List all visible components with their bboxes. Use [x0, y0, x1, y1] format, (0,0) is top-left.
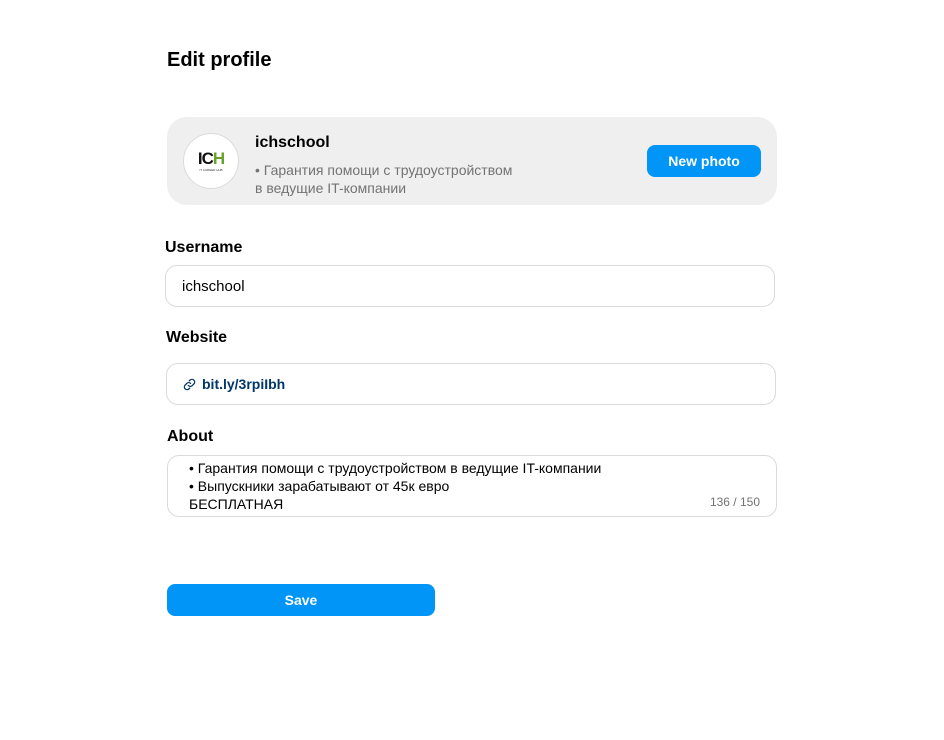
new-photo-button[interactable]: New photo	[647, 145, 761, 177]
avatar-logo-accent: H	[212, 149, 225, 168]
character-counter: 136 / 150	[709, 495, 760, 509]
avatar-logo-subtitle: IT CAREER HUB	[199, 168, 223, 172]
about-text: • Гарантия помощи с трудоустройством в в…	[189, 459, 601, 513]
avatar-logo-main: IC	[197, 149, 214, 168]
avatar[interactable]: ICH IT CAREER HUB	[183, 133, 239, 189]
profile-bio-line: • Гарантия помощи с трудоустройством	[255, 162, 513, 178]
username-input[interactable]	[166, 266, 774, 306]
username-label: Username	[165, 239, 243, 256]
about-textarea[interactable]: • Гарантия помощи с трудоустройством в в…	[167, 455, 777, 517]
edit-profile-page: Edit profile ICH IT CAREER HUB ichschool…	[0, 0, 944, 740]
page-title: Edit profile	[167, 49, 272, 71]
profile-username: ichschool	[255, 134, 330, 151]
website-link-container: bit.ly/3rpiIbh	[167, 364, 285, 404]
profile-bio-line: в ведущие IT-компании	[255, 180, 407, 196]
link-icon	[183, 378, 196, 390]
profile-card: ICH IT CAREER HUB ichschool • Гарантия п…	[167, 117, 777, 205]
profile-bio: • Гарантия помощи с трудоустройством в в…	[255, 161, 535, 197]
save-button[interactable]: Save	[167, 584, 435, 616]
website-field: bit.ly/3rpiIbh	[166, 363, 776, 405]
username-field	[165, 265, 775, 307]
about-line: БЕСПЛАТНАЯ	[189, 496, 284, 512]
about-label: About	[167, 428, 214, 445]
website-label: Website	[166, 329, 228, 346]
about-line: • Выпускники зарабатывают от 45к евро	[189, 478, 450, 494]
about-line: • Гарантия помощи с трудоустройством в в…	[189, 460, 602, 476]
website-link[interactable]: bit.ly/3rpiIbh	[202, 376, 285, 392]
avatar-logo: ICH	[197, 149, 225, 168]
